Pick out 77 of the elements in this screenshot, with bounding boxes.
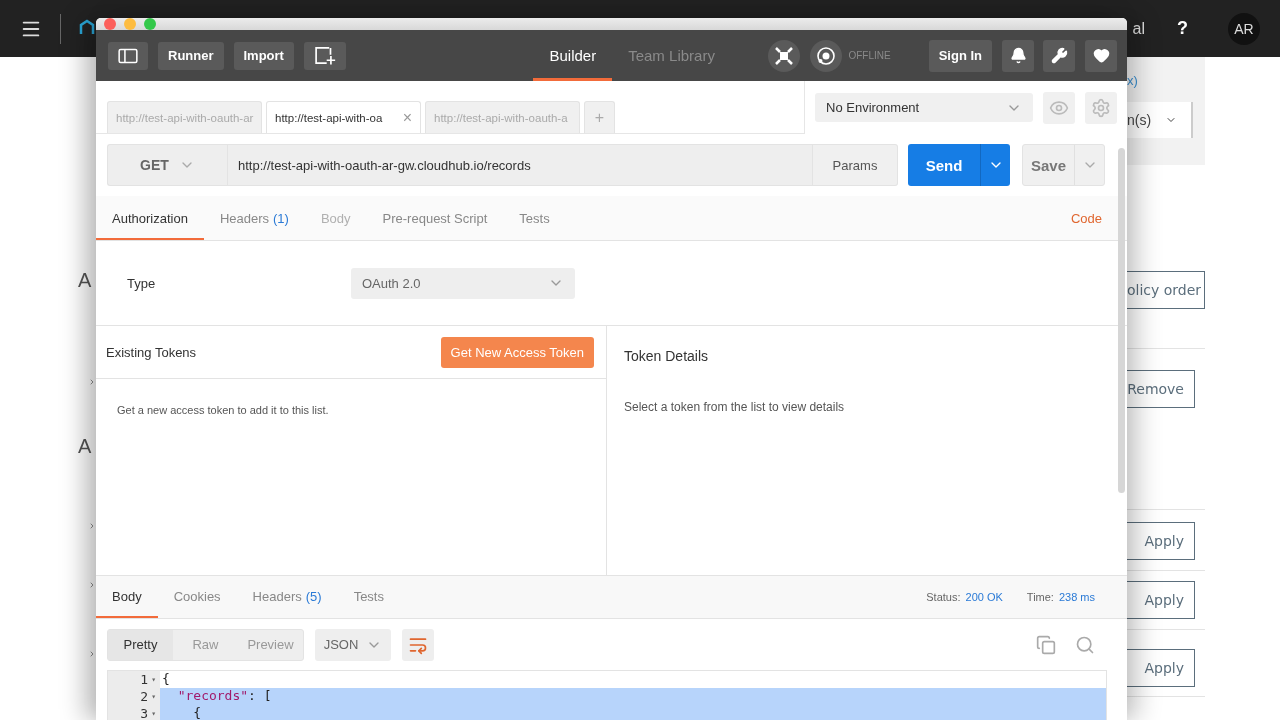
link[interactable]: x) — [1127, 73, 1205, 88]
status-label: Status: — [926, 591, 961, 603]
sync-button[interactable] — [768, 39, 801, 72]
toolbar-button[interactable]: Import — [233, 41, 294, 70]
nav-tab[interactable]: Builder — [533, 30, 613, 81]
auth-type-select[interactable]: OAuth 2.0 — [351, 267, 575, 299]
view-mode-button[interactable]: Pretty — [108, 629, 173, 660]
response-tab[interactable]: Cookies — [157, 576, 237, 618]
search-icon[interactable] — [1075, 634, 1095, 655]
empty-message: Get a new access token to add it to this list. — [117, 404, 329, 416]
bell-icon — [1009, 47, 1027, 64]
nav-tab[interactable]: Team Library — [612, 30, 731, 81]
line-number: 2 ▾ — [108, 688, 160, 705]
remove-button[interactable]: Remove — [1127, 370, 1195, 408]
token-details-heading: Token Details — [624, 348, 710, 364]
fold-toggle[interactable]: ▾ — [151, 709, 156, 718]
line-number: 3 ▾ — [108, 705, 160, 720]
nav-link[interactable]: al — [1132, 19, 1145, 38]
gear-icon — [1091, 97, 1111, 118]
apply-button[interactable]: Apply — [1127, 649, 1195, 687]
sidebar-toggle-button[interactable] — [108, 41, 148, 70]
section-heading: A — [78, 269, 93, 292]
new-window-button[interactable] — [303, 41, 346, 70]
wrench-icon — [1050, 47, 1068, 64]
fold-toggle[interactable]: ▾ — [151, 675, 156, 684]
section-heading: A — [78, 435, 93, 458]
type-label: Type — [127, 275, 157, 291]
code-line: { — [161, 671, 171, 688]
format-select[interactable]: JSON — [315, 628, 391, 661]
response-tab[interactable]: Headers (5) — [236, 576, 338, 618]
help-link[interactable]: ? — [1177, 18, 1188, 39]
code-link[interactable]: Code — [1070, 210, 1102, 226]
response-tab[interactable]: Tests — [337, 576, 400, 618]
sign-in-button[interactable]: Sign In — [928, 39, 992, 72]
user-avatar[interactable]: AR — [1228, 12, 1260, 45]
details-message: Select a token from the list to view details — [624, 400, 846, 414]
policy-order-button[interactable]: olicy order — [1127, 271, 1205, 309]
url-field[interactable]: http://test-api-with-oauth-ar-gw.cloudhub.io/records — [227, 144, 813, 186]
time-label: Time: — [1026, 591, 1054, 603]
new-window-icon — [313, 44, 336, 67]
chevron-icon[interactable] — [88, 521, 96, 531]
heart-button[interactable] — [1085, 39, 1117, 72]
notifications-button[interactable] — [1002, 39, 1034, 72]
params-button[interactable]: Params — [813, 144, 898, 186]
apply-button[interactable]: Apply — [1127, 581, 1195, 619]
section-tab[interactable]: Authorization — [96, 196, 204, 240]
select-field[interactable]: n(s) — [1127, 102, 1193, 138]
chevron-icon[interactable] — [88, 649, 96, 659]
section-tab[interactable]: Tests — [503, 196, 566, 240]
satellite-icon — [774, 45, 795, 66]
status-value: 200 OK — [965, 591, 1003, 603]
eye-button[interactable] — [1043, 91, 1075, 124]
section-tab[interactable]: Headers (1) — [203, 196, 305, 240]
line-number: 1 ▾ — [108, 671, 160, 688]
apply-button[interactable]: Apply — [1127, 522, 1195, 560]
offline-button[interactable] — [810, 39, 843, 72]
chevron-icon[interactable] — [88, 377, 96, 387]
request-tab[interactable]: http://test-api-with-oa × — [266, 101, 421, 133]
existing-tokens-heading: Existing Tokens — [106, 344, 197, 360]
scrollbar[interactable] — [1118, 148, 1125, 493]
connection-status: OFFLINE — [848, 50, 891, 61]
method-select[interactable]: GET — [107, 144, 227, 186]
copy-icon[interactable] — [1036, 634, 1056, 655]
zoom-button[interactable] — [144, 18, 156, 30]
response-tab[interactable]: Body — [96, 576, 158, 618]
orbit-icon — [815, 44, 838, 67]
time-value: 238 ms — [1058, 591, 1095, 603]
close-button[interactable] — [104, 18, 116, 30]
wrap-button[interactable] — [402, 628, 434, 661]
settings-button[interactable] — [1043, 39, 1075, 72]
close-tab-button[interactable]: × — [402, 108, 412, 127]
environment-select[interactable]: No Environment — [815, 93, 1033, 122]
fold-toggle[interactable]: ▾ — [151, 692, 156, 701]
chevron-icon[interactable] — [88, 580, 96, 590]
heart-icon — [1092, 47, 1110, 64]
section-tab[interactable]: Pre-request Script — [366, 196, 504, 240]
toolbar-button[interactable]: Runner — [158, 41, 224, 70]
